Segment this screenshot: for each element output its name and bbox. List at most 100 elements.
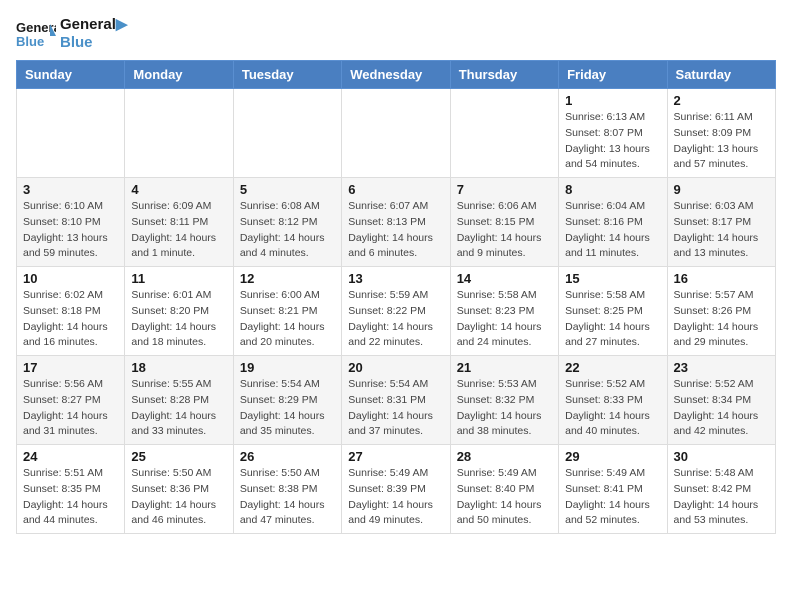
calendar-cell: 30 Sunrise: 5:48 AMSunset: 8:42 PMDayligh… xyxy=(667,445,775,534)
day-info: Sunrise: 5:54 AMSunset: 8:31 PMDaylight:… xyxy=(348,377,443,440)
calendar-cell: 15 Sunrise: 5:58 AMSunset: 8:25 PMDayligh… xyxy=(559,267,667,356)
logo-icon: General Blue xyxy=(16,16,56,52)
weekday-header: Wednesday xyxy=(342,61,450,89)
day-number: 7 xyxy=(457,182,552,197)
calendar-cell: 6 Sunrise: 6:07 AMSunset: 8:13 PMDaylight… xyxy=(342,178,450,267)
calendar-cell: 26 Sunrise: 5:50 AMSunset: 8:38 PMDayligh… xyxy=(233,445,341,534)
logo-text: General▶ xyxy=(60,16,127,34)
calendar-cell xyxy=(233,89,341,178)
day-info: Sunrise: 6:10 AMSunset: 8:10 PMDaylight:… xyxy=(23,199,118,262)
day-number: 11 xyxy=(131,271,226,286)
day-info: Sunrise: 6:08 AMSunset: 8:12 PMDaylight:… xyxy=(240,199,335,262)
day-number: 6 xyxy=(348,182,443,197)
day-info: Sunrise: 5:49 AMSunset: 8:39 PMDaylight:… xyxy=(348,466,443,529)
day-number: 8 xyxy=(565,182,660,197)
weekday-header: Thursday xyxy=(450,61,558,89)
day-info: Sunrise: 5:53 AMSunset: 8:32 PMDaylight:… xyxy=(457,377,552,440)
day-number: 16 xyxy=(674,271,769,286)
day-number: 27 xyxy=(348,449,443,464)
calendar-cell: 7 Sunrise: 6:06 AMSunset: 8:15 PMDaylight… xyxy=(450,178,558,267)
calendar-cell: 20 Sunrise: 5:54 AMSunset: 8:31 PMDayligh… xyxy=(342,356,450,445)
day-number: 13 xyxy=(348,271,443,286)
calendar-cell: 2 Sunrise: 6:11 AMSunset: 8:09 PMDaylight… xyxy=(667,89,775,178)
calendar-cell: 19 Sunrise: 5:54 AMSunset: 8:29 PMDayligh… xyxy=(233,356,341,445)
weekday-header: Monday xyxy=(125,61,233,89)
weekday-header: Saturday xyxy=(667,61,775,89)
calendar-table: SundayMondayTuesdayWednesdayThursdayFrid… xyxy=(16,60,776,534)
calendar-cell: 12Sunrise: 6:00 AMSunset: 8:21 PMDayligh… xyxy=(233,267,341,356)
day-info: Sunrise: 6:11 AMSunset: 8:09 PMDaylight:… xyxy=(674,110,769,173)
calendar-cell: 5Sunrise: 6:08 AMSunset: 8:12 PMDaylight… xyxy=(233,178,341,267)
day-number: 20 xyxy=(348,360,443,375)
day-info: Sunrise: 5:51 AMSunset: 8:35 PMDaylight:… xyxy=(23,466,118,529)
day-number: 2 xyxy=(674,93,769,108)
calendar-cell: 22 Sunrise: 5:52 AMSunset: 8:33 PMDayligh… xyxy=(559,356,667,445)
svg-text:Blue: Blue xyxy=(16,34,44,49)
calendar-cell: 11 Sunrise: 6:01 AMSunset: 8:20 PMDayligh… xyxy=(125,267,233,356)
day-number: 28 xyxy=(457,449,552,464)
calendar-cell: 21 Sunrise: 5:53 AMSunset: 8:32 PMDayligh… xyxy=(450,356,558,445)
day-info: Sunrise: 6:03 AMSunset: 8:17 PMDaylight:… xyxy=(674,199,769,262)
day-number: 25 xyxy=(131,449,226,464)
calendar-cell: 13 Sunrise: 5:59 AMSunset: 8:22 PMDayligh… xyxy=(342,267,450,356)
calendar-cell: 17Sunrise: 5:56 AMSunset: 8:27 PMDayligh… xyxy=(17,356,125,445)
calendar-cell xyxy=(450,89,558,178)
weekday-header: Friday xyxy=(559,61,667,89)
calendar-cell: 14 Sunrise: 5:58 AMSunset: 8:23 PMDayligh… xyxy=(450,267,558,356)
calendar-cell: 10Sunrise: 6:02 AMSunset: 8:18 PMDayligh… xyxy=(17,267,125,356)
day-info: Sunrise: 6:13 AMSunset: 8:07 PMDaylight:… xyxy=(565,110,660,173)
day-info: Sunrise: 5:54 AMSunset: 8:29 PMDaylight:… xyxy=(240,377,335,440)
calendar-cell: 25Sunrise: 5:50 AMSunset: 8:36 PMDayligh… xyxy=(125,445,233,534)
day-info: Sunrise: 6:04 AMSunset: 8:16 PMDaylight:… xyxy=(565,199,660,262)
day-number: 22 xyxy=(565,360,660,375)
day-info: Sunrise: 6:09 AMSunset: 8:11 PMDaylight:… xyxy=(131,199,226,262)
calendar-cell: 24 Sunrise: 5:51 AMSunset: 8:35 PMDayligh… xyxy=(17,445,125,534)
day-info: Sunrise: 5:55 AMSunset: 8:28 PMDaylight:… xyxy=(131,377,226,440)
calendar-cell xyxy=(125,89,233,178)
day-number: 26 xyxy=(240,449,335,464)
day-info: Sunrise: 5:59 AMSunset: 8:22 PMDaylight:… xyxy=(348,288,443,351)
calendar-cell: 9Sunrise: 6:03 AMSunset: 8:17 PMDaylight… xyxy=(667,178,775,267)
day-info: Sunrise: 6:02 AMSunset: 8:18 PMDaylight:… xyxy=(23,288,118,351)
calendar-header-row: SundayMondayTuesdayWednesdayThursdayFrid… xyxy=(17,61,776,89)
day-number: 19 xyxy=(240,360,335,375)
day-number: 29 xyxy=(565,449,660,464)
calendar-cell: 28Sunrise: 5:49 AMSunset: 8:40 PMDayligh… xyxy=(450,445,558,534)
day-number: 1 xyxy=(565,93,660,108)
calendar-week-row: 1 Sunrise: 6:13 AMSunset: 8:07 PMDaylight… xyxy=(17,89,776,178)
day-number: 14 xyxy=(457,271,552,286)
calendar-cell: 16 Sunrise: 5:57 AMSunset: 8:26 PMDayligh… xyxy=(667,267,775,356)
day-number: 30 xyxy=(674,449,769,464)
day-info: Sunrise: 6:07 AMSunset: 8:13 PMDaylight:… xyxy=(348,199,443,262)
day-number: 12 xyxy=(240,271,335,286)
day-number: 15 xyxy=(565,271,660,286)
calendar-week-row: 17Sunrise: 5:56 AMSunset: 8:27 PMDayligh… xyxy=(17,356,776,445)
day-info: Sunrise: 5:58 AMSunset: 8:23 PMDaylight:… xyxy=(457,288,552,351)
calendar-cell: 4 Sunrise: 6:09 AMSunset: 8:11 PMDaylight… xyxy=(125,178,233,267)
day-info: Sunrise: 5:52 AMSunset: 8:34 PMDaylight:… xyxy=(674,377,769,440)
day-number: 24 xyxy=(23,449,118,464)
day-number: 21 xyxy=(457,360,552,375)
calendar-week-row: 24 Sunrise: 5:51 AMSunset: 8:35 PMDayligh… xyxy=(17,445,776,534)
day-info: Sunrise: 5:52 AMSunset: 8:33 PMDaylight:… xyxy=(565,377,660,440)
day-number: 3 xyxy=(23,182,118,197)
day-number: 4 xyxy=(131,182,226,197)
day-number: 23 xyxy=(674,360,769,375)
calendar-cell: 1 Sunrise: 6:13 AMSunset: 8:07 PMDaylight… xyxy=(559,89,667,178)
day-info: Sunrise: 5:49 AMSunset: 8:41 PMDaylight:… xyxy=(565,466,660,529)
logo: General Blue General▶ Blue xyxy=(16,16,127,52)
calendar-cell: 27 Sunrise: 5:49 AMSunset: 8:39 PMDayligh… xyxy=(342,445,450,534)
day-number: 18 xyxy=(131,360,226,375)
day-info: Sunrise: 5:50 AMSunset: 8:38 PMDaylight:… xyxy=(240,466,335,529)
day-info: Sunrise: 6:06 AMSunset: 8:15 PMDaylight:… xyxy=(457,199,552,262)
day-info: Sunrise: 5:57 AMSunset: 8:26 PMDaylight:… xyxy=(674,288,769,351)
calendar-week-row: 10Sunrise: 6:02 AMSunset: 8:18 PMDayligh… xyxy=(17,267,776,356)
calendar-cell xyxy=(342,89,450,178)
weekday-header: Tuesday xyxy=(233,61,341,89)
day-info: Sunrise: 5:48 AMSunset: 8:42 PMDaylight:… xyxy=(674,466,769,529)
page-header: General Blue General▶ Blue xyxy=(16,16,776,52)
day-info: Sunrise: 6:01 AMSunset: 8:20 PMDaylight:… xyxy=(131,288,226,351)
day-info: Sunrise: 5:58 AMSunset: 8:25 PMDaylight:… xyxy=(565,288,660,351)
calendar-cell: 3 Sunrise: 6:10 AMSunset: 8:10 PMDaylight… xyxy=(17,178,125,267)
calendar-cell xyxy=(17,89,125,178)
